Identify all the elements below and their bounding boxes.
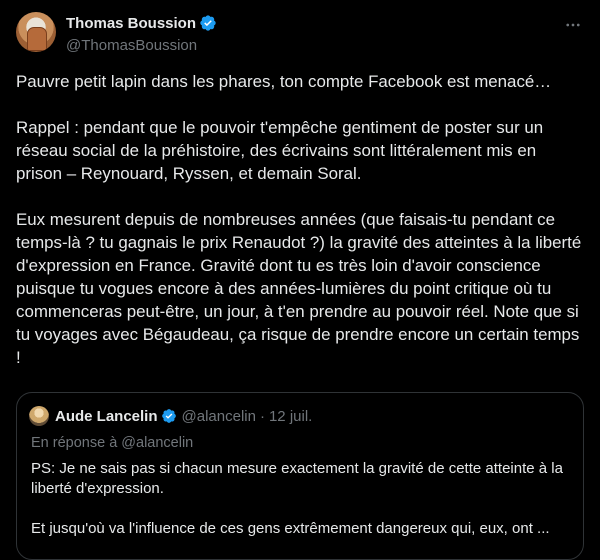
quoted-paragraph: Et jusqu'où va l'influence de ces gens e… <box>31 520 550 537</box>
quoted-author-avatar <box>29 406 49 426</box>
meta-separator: · <box>259 407 265 425</box>
author-handle[interactable]: @ThomasBoussion <box>66 37 197 54</box>
author-avatar[interactable] <box>16 12 56 52</box>
tweet-paragraph: Eux mesurent depuis de nombreuses années… <box>16 210 582 367</box>
quoted-paragraph: PS: Je ne sais pas si chacun mesure exac… <box>31 460 563 497</box>
reply-context: En réponse à @alancelin <box>31 435 194 451</box>
author-name-row: Thomas Boussion <box>66 14 217 32</box>
tweet-header: Thomas Boussion @ThomasBoussion <box>16 12 584 60</box>
quoted-tweet-header: Aude Lancelin @alancelin · 12 juil. <box>29 405 312 427</box>
tweet-paragraph: Rappel : pendant que le pouvoir t'empêch… <box>16 118 544 183</box>
tweet-text: Pauvre petit lapin dans les phares, ton … <box>16 70 584 369</box>
more-options-icon <box>566 23 580 27</box>
quoted-date: 12 juil. <box>268 407 313 425</box>
quoted-author-handle: @alancelin <box>181 407 256 425</box>
verified-badge-icon <box>200 15 216 31</box>
quoted-tweet-text: PS: Je ne sais pas si chacun mesure exac… <box>31 459 571 539</box>
tweet-paragraph: Pauvre petit lapin dans les phares, ton … <box>16 72 552 91</box>
author-name[interactable]: Thomas Boussion <box>66 15 196 32</box>
verified-badge-icon <box>161 409 176 423</box>
quoted-author-name: Aude Lancelin <box>55 407 158 425</box>
quoted-tweet[interactable]: Aude Lancelin @alancelin · 12 juil. En r… <box>16 392 584 560</box>
more-options-button[interactable] <box>562 14 584 36</box>
